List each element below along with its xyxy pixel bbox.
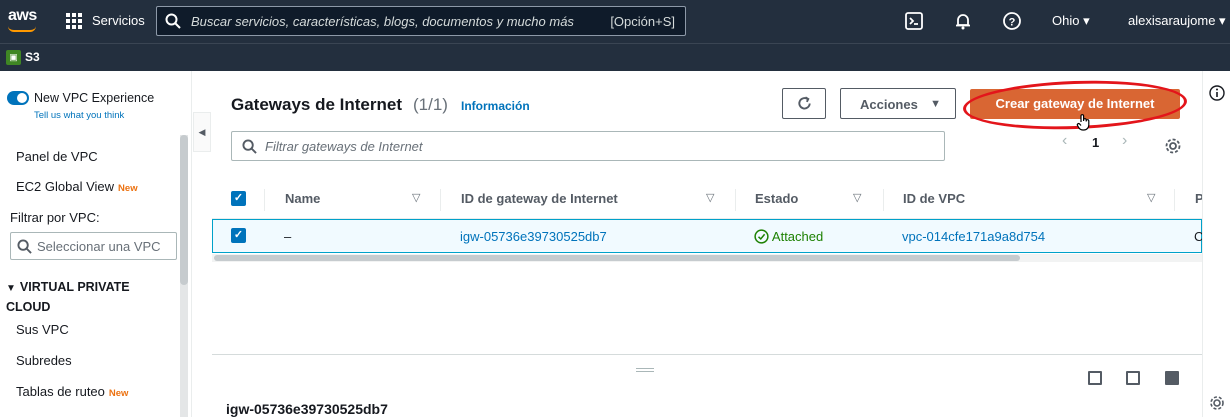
favorites-bar: ▣ S3 — [0, 43, 1230, 71]
top-navigation-bar: aws Servicios Buscar servicios, caracter… — [0, 0, 1230, 43]
split-bottom-icon[interactable] — [1088, 371, 1102, 385]
new-badge: New — [118, 183, 138, 194]
actions-dropdown[interactable]: Acciones ▼ — [840, 88, 956, 119]
section-title: VIRTUAL PRIVATE CLOUD — [6, 280, 130, 314]
sidebar-item-vpc-dashboard[interactable]: Panel de VPC — [16, 149, 98, 164]
gear-icon[interactable] — [1164, 137, 1182, 155]
resize-handle[interactable] — [636, 368, 654, 372]
search-placeholder: Buscar servicios, características, blogs… — [191, 14, 574, 29]
cell-gateway-id[interactable]: igw-05736e39730525db7 — [460, 229, 607, 244]
detail-panel-title: igw-05736e39730525db7 — [226, 401, 388, 417]
aws-logo[interactable]: aws — [8, 7, 37, 25]
vpc-filter-placeholder: Seleccionar una VPC — [37, 239, 161, 254]
region-selector[interactable]: Ohio ▾ — [1052, 13, 1090, 29]
current-page[interactable]: 1 — [1092, 135, 1099, 150]
aws-logo-smile — [8, 26, 36, 32]
success-check-icon — [754, 229, 769, 244]
selection-count: (1/1) — [413, 95, 448, 114]
sort-icon[interactable]: ▽ — [1147, 191, 1155, 204]
bell-icon[interactable] — [953, 11, 973, 31]
row-checkbox[interactable]: ✓ — [231, 228, 246, 243]
account-menu[interactable]: alexisaraujome ▾ — [1128, 13, 1226, 29]
search-icon — [242, 139, 257, 154]
column-divider — [735, 189, 736, 211]
table-horizontal-scrollbar[interactable] — [212, 254, 1202, 262]
caret-down-icon: ▼ — [6, 283, 16, 294]
page-title: Gateways de Internet — [231, 95, 403, 114]
column-state[interactable]: Estado — [755, 191, 798, 206]
search-icon — [17, 239, 32, 254]
sidebar-item-your-vpcs[interactable]: Sus VPC — [16, 322, 69, 337]
cell-vpc-id[interactable]: vpc-014cfe171a9a8d754 — [902, 229, 1045, 244]
column-gateway-id[interactable]: ID de gateway de Internet — [461, 191, 618, 206]
s3-service-icon[interactable]: ▣ — [6, 50, 21, 65]
new-vpc-experience-label: New VPC Experience — [34, 91, 155, 105]
column-divider — [883, 189, 884, 211]
refresh-icon — [798, 96, 811, 110]
gateway-filter-input[interactable]: Filtrar gateways de Internet — [231, 131, 945, 161]
column-name[interactable]: Name — [285, 191, 320, 206]
search-shortcut: [Opción+S] — [610, 14, 675, 29]
global-search-input[interactable]: Buscar servicios, características, blogs… — [156, 6, 686, 36]
select-all-checkbox[interactable]: ✓ — [231, 191, 246, 206]
new-badge: New — [108, 388, 129, 399]
chevron-left-icon[interactable]: ‹ — [1062, 132, 1067, 150]
favorite-s3-link[interactable]: S3 — [25, 50, 40, 64]
sort-icon[interactable]: ▽ — [412, 191, 420, 204]
column-divider — [440, 189, 441, 211]
sort-icon[interactable]: ▽ — [706, 191, 714, 204]
search-icon — [165, 13, 181, 29]
svg-text:?: ? — [1009, 17, 1016, 29]
actions-label: Acciones — [860, 97, 918, 112]
cell-name: – — [284, 229, 292, 244]
table-row[interactable]: ✓ – igw-05736e39730525db7 Attached vpc-0… — [212, 219, 1203, 253]
details-split-panel: igw-05736e39730525db7 — [212, 354, 1202, 417]
column-divider — [1174, 189, 1175, 211]
annotation-highlight-circle — [962, 77, 1188, 133]
sidebar-item-ec2-global-view[interactable]: EC2 Global View New — [16, 179, 138, 194]
state-label: Attached — [771, 229, 824, 244]
sidebar-item-subnets[interactable]: Subredes — [16, 353, 72, 368]
help-rail — [1202, 71, 1230, 417]
split-side-icon[interactable] — [1126, 371, 1140, 385]
vpc-sidebar: New VPC Experience Tell us what you thin… — [0, 71, 192, 417]
column-vpc-id[interactable]: ID de VPC — [903, 191, 965, 206]
vpc-filter-select[interactable]: Seleccionar una VPC — [10, 232, 177, 260]
info-icon[interactable] — [1209, 85, 1225, 101]
filter-placeholder: Filtrar gateways de Internet — [265, 139, 423, 154]
sidebar-item-route-tables[interactable]: Tablas de ruteo New — [16, 384, 128, 399]
settings-icon[interactable] — [1209, 395, 1225, 411]
caret-down-icon: ▼ — [930, 98, 941, 110]
refresh-button[interactable] — [782, 88, 826, 119]
sidebar-scrollbar[interactable] — [180, 135, 188, 417]
feedback-link[interactable]: Tell us what you think — [34, 110, 124, 121]
info-link[interactable]: Información — [461, 99, 530, 113]
sort-icon[interactable]: ▽ — [853, 191, 861, 204]
split-full-icon[interactable] — [1165, 371, 1179, 385]
internet-gateways-panel: Gateways de Internet (1/1) Información A… — [212, 71, 1204, 417]
column-divider — [264, 189, 265, 211]
services-grid-icon[interactable] — [66, 13, 82, 29]
chevron-right-icon[interactable]: › — [1122, 132, 1127, 150]
cell-state: Attached — [754, 229, 823, 244]
vpc-filter-label: Filtrar por VPC: — [10, 210, 100, 225]
hand-cursor-icon — [1076, 114, 1090, 131]
services-menu-label[interactable]: Servicios — [92, 13, 145, 28]
table-header: ✓ Name ▽ ID de gateway de Internet ▽ Est… — [212, 179, 1204, 219]
chevron-left-icon: ◀ — [198, 127, 206, 137]
help-icon[interactable]: ? — [1002, 11, 1022, 31]
collapse-sidebar-button[interactable]: ◀ — [193, 112, 211, 152]
cloudshell-icon[interactable] — [904, 11, 924, 31]
new-vpc-experience-toggle[interactable] — [7, 91, 29, 105]
route-tables-label: Tablas de ruteo — [16, 384, 105, 399]
ec2-global-view-label: EC2 Global View — [16, 179, 115, 194]
sidebar-section-vpc[interactable]: ▼ VIRTUAL PRIVATE CLOUD — [6, 278, 176, 316]
